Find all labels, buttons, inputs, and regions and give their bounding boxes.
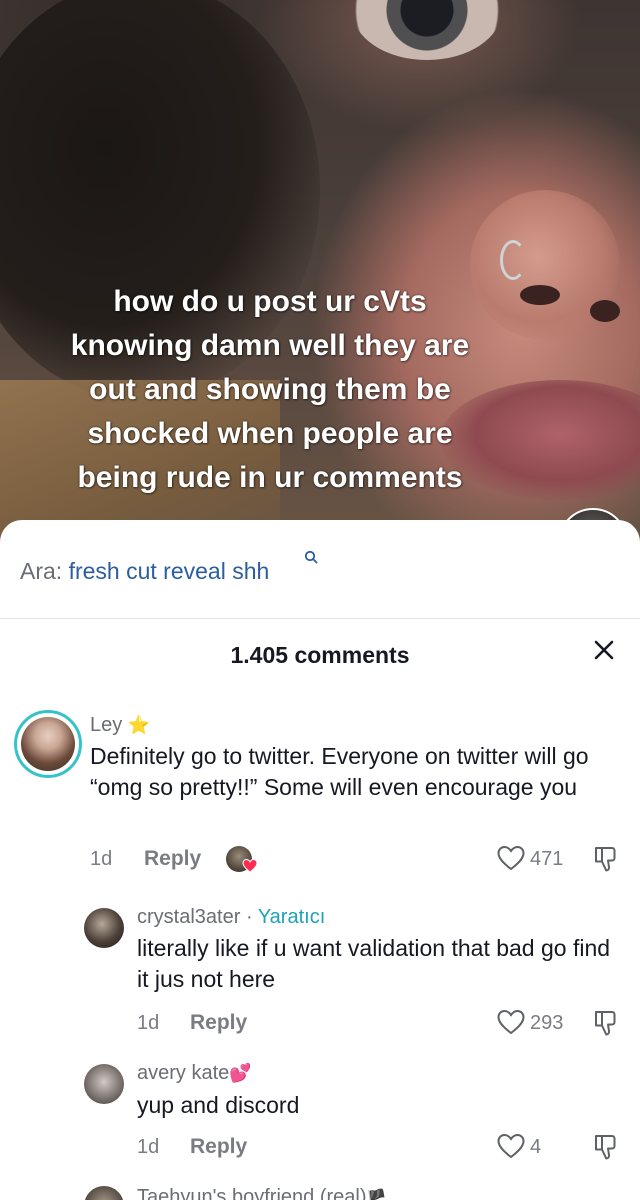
username-text: Taehyun's boyfriend (real)	[137, 1186, 367, 1200]
heart-icon[interactable]	[496, 1132, 526, 1160]
separator-dot: ·	[245, 906, 253, 928]
comment-age: 1d	[137, 1136, 160, 1158]
video-player[interactable]: how do u post ur cVts knowing damn well …	[0, 0, 640, 560]
comment-username[interactable]: Ley ⭐	[90, 712, 150, 738]
like-count: 293	[530, 1012, 564, 1034]
comments-count-title: 1.405 comments	[230, 642, 410, 668]
video-caption-overlay: how do u post ur cVts knowing damn well …	[30, 280, 510, 500]
heart-icon[interactable]	[496, 1008, 526, 1036]
comment-username[interactable]: Taehyun's boyfriend (real)🏴	[137, 1184, 386, 1200]
comment-username[interactable]: avery kate💕	[137, 1060, 252, 1086]
search-icon	[304, 550, 318, 564]
comment-text: yup and discord	[137, 1092, 300, 1118]
video-nostril-left	[520, 285, 560, 305]
video-eye-region	[352, 0, 502, 60]
search-suggestion[interactable]: Ara: fresh cut reveal shh	[20, 550, 318, 586]
username-text: crystal3ater	[137, 906, 241, 928]
like-count: 4	[530, 1136, 542, 1158]
nose-ring	[500, 240, 526, 280]
reply-button[interactable]: Reply	[190, 1134, 247, 1160]
dislike-icon[interactable]	[590, 1132, 620, 1162]
hearts-badge-icon: 💕	[229, 1063, 252, 1083]
caption-line: knowing damn well they are	[70, 329, 470, 362]
comment-text: Definitely go to twitter. Everyone on tw…	[90, 743, 589, 800]
caption-line: being rude in ur comments	[77, 461, 463, 494]
heart-icon[interactable]	[496, 844, 526, 872]
avatar[interactable]	[84, 1186, 124, 1200]
search-prefix-label: Ara:	[20, 558, 63, 584]
caption-line: out and showing them be	[89, 373, 451, 406]
dislike-icon[interactable]	[590, 844, 620, 874]
comment-username[interactable]: crystal3ater · Yaratıcı	[137, 904, 325, 930]
flag-badge-icon: 🏴	[366, 1190, 387, 1200]
search-term-link[interactable]: fresh cut reveal shh	[69, 558, 270, 584]
reply-button[interactable]: Reply	[190, 1010, 247, 1036]
caption-line: shocked when people are	[87, 417, 453, 450]
star-badge-icon: ⭐	[127, 715, 151, 735]
caption-line: how do u post ur cVts	[113, 285, 427, 318]
creator-label: Yaratıcı	[257, 906, 326, 928]
comment-text: literally like if u want validation that…	[137, 935, 611, 992]
liked-by-creator-heart-icon	[242, 858, 258, 873]
reply-button[interactable]: Reply	[144, 846, 201, 872]
video-nostril-right	[590, 300, 620, 322]
comment-age: 1d	[90, 848, 113, 870]
avatar[interactable]	[84, 908, 124, 948]
like-count: 471	[530, 848, 564, 870]
dislike-icon[interactable]	[590, 1008, 620, 1038]
close-icon[interactable]	[588, 634, 620, 666]
avatar[interactable]	[84, 1064, 124, 1104]
avatar[interactable]	[14, 710, 82, 778]
divider	[0, 618, 640, 619]
username-text: avery kate	[137, 1062, 230, 1084]
comment-age: 1d	[137, 1012, 160, 1034]
username-text: Ley	[90, 714, 123, 736]
